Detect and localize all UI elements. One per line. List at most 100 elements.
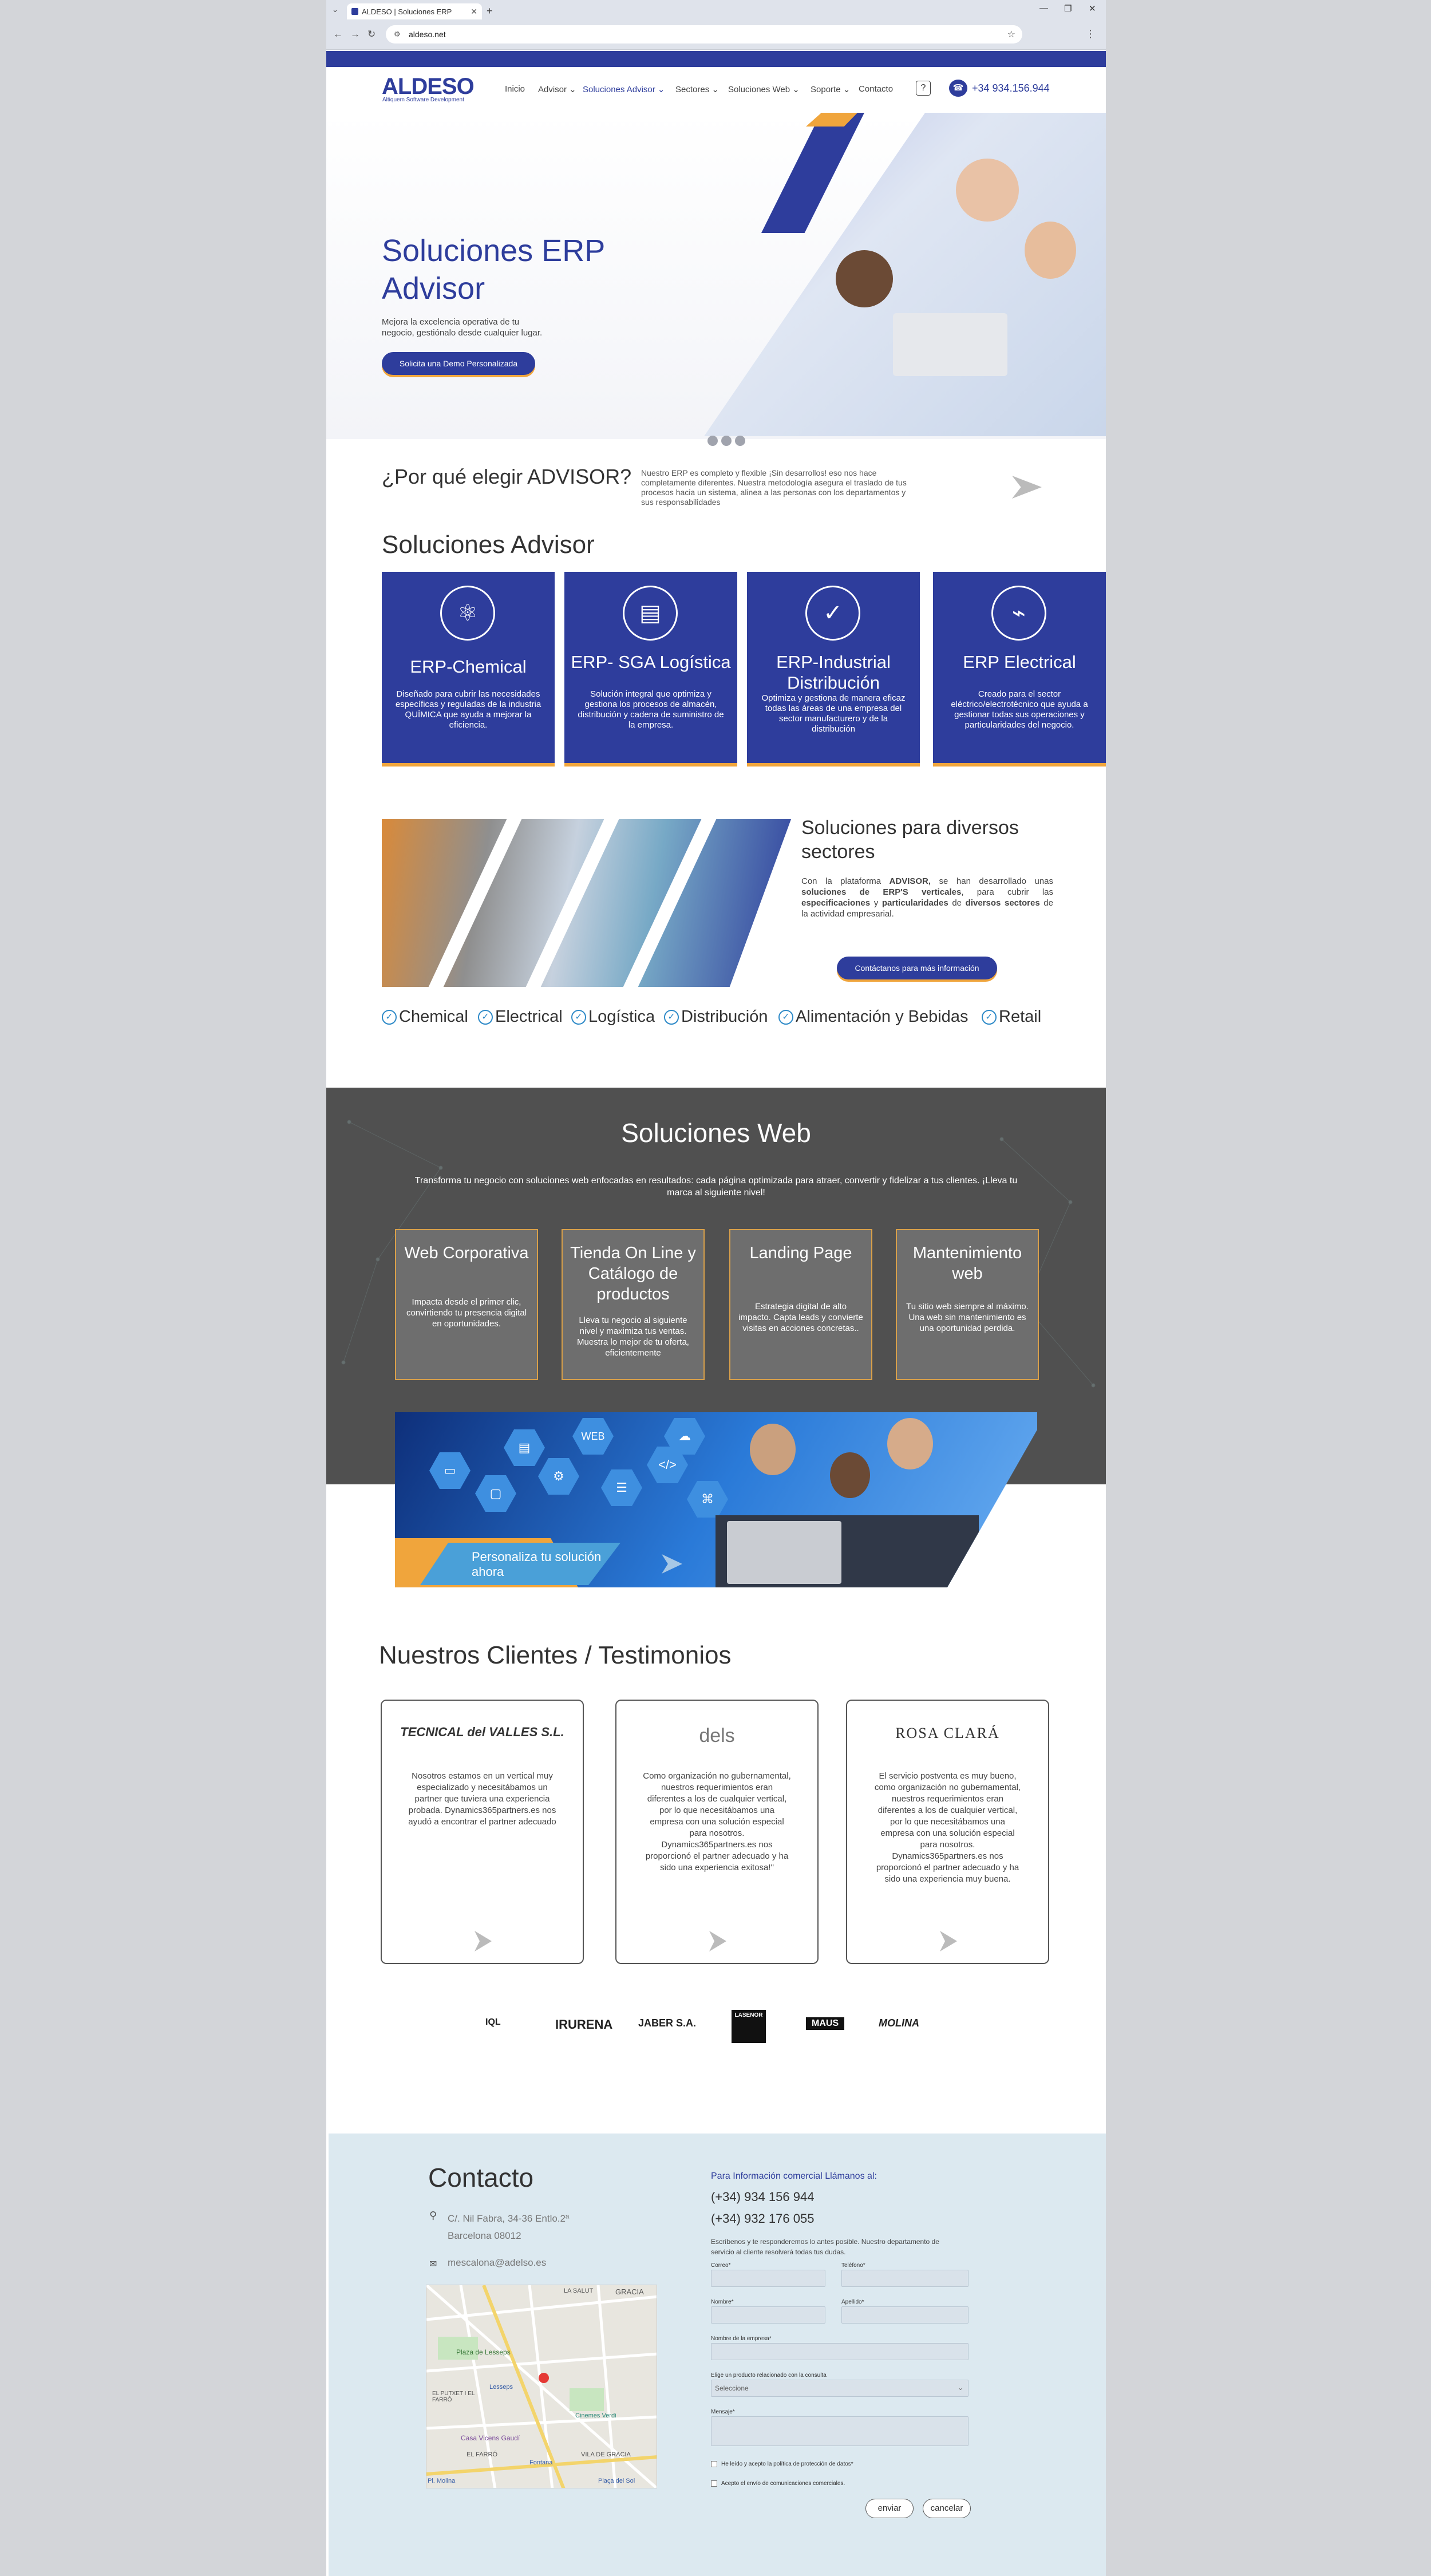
sector-tag-retail[interactable]: ✓ Retail	[982, 1008, 1041, 1026]
nav-inicio[interactable]: Inicio	[505, 84, 525, 94]
map-label: Cinemes Verdi	[575, 2412, 616, 2419]
product-label: Elige un producto relacionado con la con…	[711, 2372, 827, 2379]
person-head	[887, 1418, 933, 1469]
network-icon: ⌘	[687, 1481, 728, 1518]
card-title: ERP- SGA Logística	[571, 652, 731, 672]
address-bar[interactable]: ⚙ aldeso.net ☆	[386, 25, 1022, 44]
web-card-landing[interactable]: Landing Page Estrategia digital de alto …	[729, 1229, 872, 1380]
testimonial-card-dels: dels Como organización no gubernamental,…	[615, 1700, 819, 1964]
client-logo-dels: dels	[699, 1725, 735, 1747]
message-textarea[interactable]	[711, 2416, 969, 2446]
nav-contacto[interactable]: Contacto	[859, 84, 893, 94]
advisor-section-title: Soluciones Advisor	[382, 531, 595, 559]
brand-logo-irurena: IRURENA	[555, 2017, 613, 2032]
maximize-icon[interactable]: ❐	[1064, 3, 1072, 14]
next-arrow-icon[interactable]	[475, 1931, 492, 1951]
location-map[interactable]: LA SALUT GRACIA Plaza de Lesseps Lesseps…	[426, 2285, 657, 2488]
bookmark-star-icon[interactable]: ☆	[1007, 29, 1015, 40]
web-card-text: Estrategia digital de alto impacto. Capt…	[738, 1302, 863, 1333]
card-erp-electrical[interactable]: ⌁ ERP Electrical Creado para el sector e…	[933, 572, 1106, 767]
mail-icon: ✉	[429, 2259, 437, 2269]
address-line: Barcelona 08012	[448, 2230, 521, 2241]
web-card-tienda[interactable]: Tienda On Line y Catálogo de productos L…	[562, 1229, 705, 1380]
map-label: GRACIA	[615, 2287, 644, 2296]
testimonial-card-rosaclara: ROSA CLARÁ El servicio postventa es muy …	[846, 1700, 1049, 1964]
contact-info-button[interactable]: Contáctanos para más información	[837, 957, 997, 979]
collage-divider	[623, 819, 717, 987]
card-erp-industrial[interactable]: ✓ ERP-Industrial Distribución Optimiza y…	[747, 572, 920, 767]
map-label: EL PUTXET I EL FARRÓ	[432, 2391, 475, 2403]
cancel-button[interactable]: cancelar	[923, 2499, 971, 2518]
location-pin-icon: ⚲	[429, 2210, 437, 2221]
newsletter-label: Acepto el envío de comunicaciones comerc…	[721, 2480, 845, 2487]
request-demo-button[interactable]: Solicita una Demo Personalizada	[382, 352, 535, 375]
card-erp-sga-logistica[interactable]: ▤ ERP- SGA Logística Solución integral q…	[564, 572, 737, 767]
product-select[interactable]: Seleccione ⌄	[711, 2380, 969, 2397]
newsletter-checkbox[interactable]	[711, 2480, 717, 2487]
sectors-title: Soluciones para diversos sectores	[801, 817, 1019, 863]
close-tab-icon[interactable]: ✕	[471, 7, 477, 17]
sector-tag-distribucion[interactable]: ✓ Distribución	[664, 1008, 768, 1026]
help-icon[interactable]: ?	[916, 81, 931, 96]
next-arrow-icon[interactable]	[1012, 476, 1042, 499]
card-text: Creado para el sector eléctrico/electrot…	[951, 689, 1088, 730]
browser-menu-icon[interactable]: ⋮	[1085, 28, 1096, 40]
contact-phone-1[interactable]: (+34) 934 156 944	[711, 2190, 814, 2204]
web-card-corporativa[interactable]: Web Corporativa Impacta desde el primer …	[395, 1229, 538, 1380]
forward-icon[interactable]: →	[350, 29, 360, 40]
nav-soluciones-web[interactable]: Soluciones Web ⌄	[728, 84, 800, 94]
person-head	[956, 159, 1019, 222]
sectors-collage-image	[382, 819, 791, 987]
last-name-field[interactable]	[841, 2306, 969, 2324]
map-label: LA SALUT	[564, 2287, 594, 2294]
minimize-icon[interactable]: —	[1039, 3, 1048, 13]
sector-tag-alimentacion[interactable]: ✓ Alimentación y Bebidas	[778, 1008, 968, 1026]
next-arrow-icon[interactable]	[940, 1931, 957, 1951]
tab-search-icon[interactable]: ⌄	[332, 5, 338, 14]
nav-soporte[interactable]: Soporte ⌄	[811, 84, 850, 94]
sector-tag-electrical[interactable]: ✓ Electrical	[478, 1008, 563, 1026]
next-arrow-icon[interactable]	[709, 1931, 726, 1951]
privacy-checkbox[interactable]	[711, 2461, 717, 2467]
atom-icon: ⚛	[440, 586, 495, 641]
card-erp-chemical[interactable]: ⚛ ERP-Chemical Diseñado para cubrir las …	[382, 572, 555, 767]
window-close-icon[interactable]: ✕	[1089, 3, 1096, 14]
testimonial-text: El servicio postventa es muy bueno, como…	[874, 1771, 1021, 1884]
site-info-icon[interactable]: ⚙	[394, 30, 401, 39]
nav-advisor[interactable]: Advisor ⌄	[538, 84, 576, 94]
email-field[interactable]	[711, 2270, 825, 2287]
web-page: ALDESO Altiquem Software Development Ini…	[326, 50, 1106, 2576]
web-card-text: Impacta desde el primer clic, convirtien…	[406, 1297, 527, 1329]
phone-field[interactable]	[841, 2270, 969, 2287]
why-advisor-title: ¿Por qué elegir ADVISOR?	[382, 465, 632, 488]
company-field[interactable]	[711, 2343, 969, 2360]
slider-dot-2[interactable]	[721, 436, 732, 446]
map-label: Casa Vicens Gaudí	[461, 2434, 520, 2442]
sector-tag-chemical[interactable]: ✓ Chemical	[382, 1008, 468, 1026]
sector-tag-logistica[interactable]: ✓ Logística	[571, 1008, 655, 1026]
web-card-mantenimiento[interactable]: Mantenimiento web Tu sitio web siempre a…	[896, 1229, 1039, 1380]
slider-dot-3[interactable]	[735, 436, 745, 446]
new-tab-icon[interactable]: +	[487, 5, 493, 17]
nav-sectores[interactable]: Sectores ⌄	[675, 84, 719, 94]
client-logo-tecnical: TECNICAL del VALLES S.L.	[400, 1725, 564, 1739]
slider-dot-1[interactable]	[707, 436, 718, 446]
gears-icon: ⚙	[538, 1458, 579, 1495]
back-icon[interactable]: ←	[333, 29, 343, 40]
testimonial-card-tecnical: TECNICAL del VALLES S.L. Nosotros estamo…	[381, 1700, 584, 1964]
brand-logo-molina: MOLINA	[879, 2017, 919, 2029]
browser-tab[interactable]: ALDESO | Soluciones ERP ✕	[347, 3, 482, 19]
contact-email[interactable]: mescalona@adelso.es	[448, 2257, 546, 2269]
site-logo[interactable]: ALDESO	[382, 74, 475, 100]
web-card-title: Tienda On Line y Catálogo de productos	[570, 1244, 696, 1303]
nav-soluciones-advisor[interactable]: Soluciones Advisor ⌄	[583, 84, 665, 94]
customize-solution-button[interactable]: Personaliza tu solución ahora	[420, 1543, 620, 1585]
web-card-title: Web Corporativa	[404, 1244, 529, 1262]
first-name-field[interactable]	[711, 2306, 825, 2324]
submit-button[interactable]: enviar	[865, 2499, 914, 2518]
reload-icon[interactable]: ↻	[367, 29, 375, 40]
header-phone[interactable]: +34 934.156.944	[972, 82, 1050, 94]
contact-phone-2[interactable]: (+34) 932 176 055	[711, 2211, 814, 2226]
person-head	[750, 1424, 796, 1475]
monitor-icon: ▢	[475, 1475, 516, 1512]
